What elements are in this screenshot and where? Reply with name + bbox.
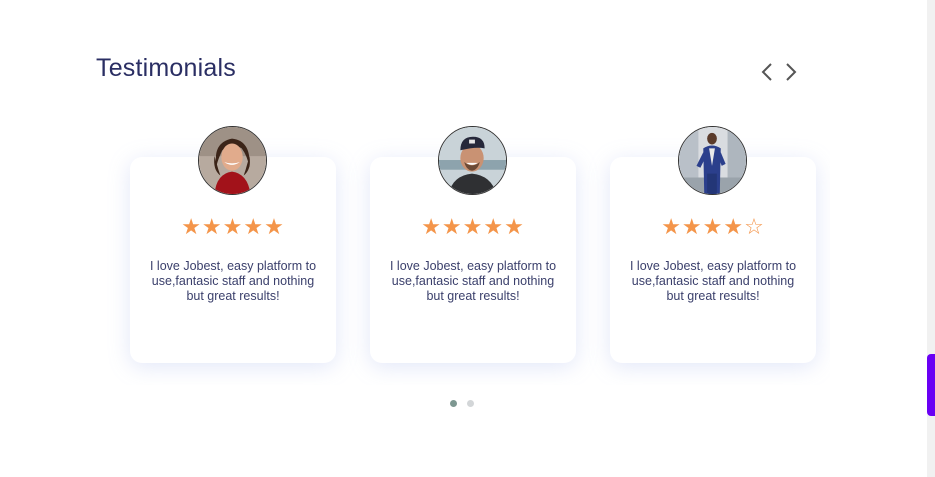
star-rating: ★★★★★: [181, 215, 285, 240]
avatar: [438, 126, 507, 195]
man-in-suit-portrait-image: [679, 127, 746, 194]
section-title: Testimonials: [96, 54, 236, 82]
pagination-dot-1[interactable]: [450, 400, 457, 407]
page-scrollbar[interactable]: [927, 0, 935, 477]
chevron-right-icon: [786, 63, 797, 81]
star-rating: ★★★★☆: [661, 215, 765, 240]
testimonial-text: I love Jobest, easy platform to use,fant…: [389, 259, 557, 303]
scrollbar-thumb[interactable]: [927, 354, 935, 416]
chevron-left-icon: [761, 63, 772, 81]
carousel-nav: [758, 60, 800, 84]
testimonial-text: I love Jobest, easy platform to use,fant…: [629, 259, 797, 303]
star-rating: ★★★★★: [421, 215, 525, 240]
carousel-pagination: [450, 400, 474, 407]
testimonial-carousel[interactable]: ★★★★★ I love Jobest, easy platform to us…: [96, 120, 830, 385]
testimonial-card: ★★★★☆ I love Jobest, easy platform to us…: [610, 126, 816, 363]
avatar: [678, 126, 747, 195]
prev-button[interactable]: [758, 60, 776, 84]
testimonial-text: I love Jobest, easy platform to use,fant…: [149, 259, 317, 303]
pagination-dot-2[interactable]: [467, 400, 474, 407]
testimonial-card: ★★★★★ I love Jobest, easy platform to us…: [130, 126, 336, 363]
man-with-cap-portrait-image: [439, 127, 506, 194]
testimonial-card: ★★★★★ I love Jobest, easy platform to us…: [370, 126, 576, 363]
avatar: [198, 126, 267, 195]
woman-portrait-image: [199, 127, 266, 194]
next-button[interactable]: [782, 60, 800, 84]
